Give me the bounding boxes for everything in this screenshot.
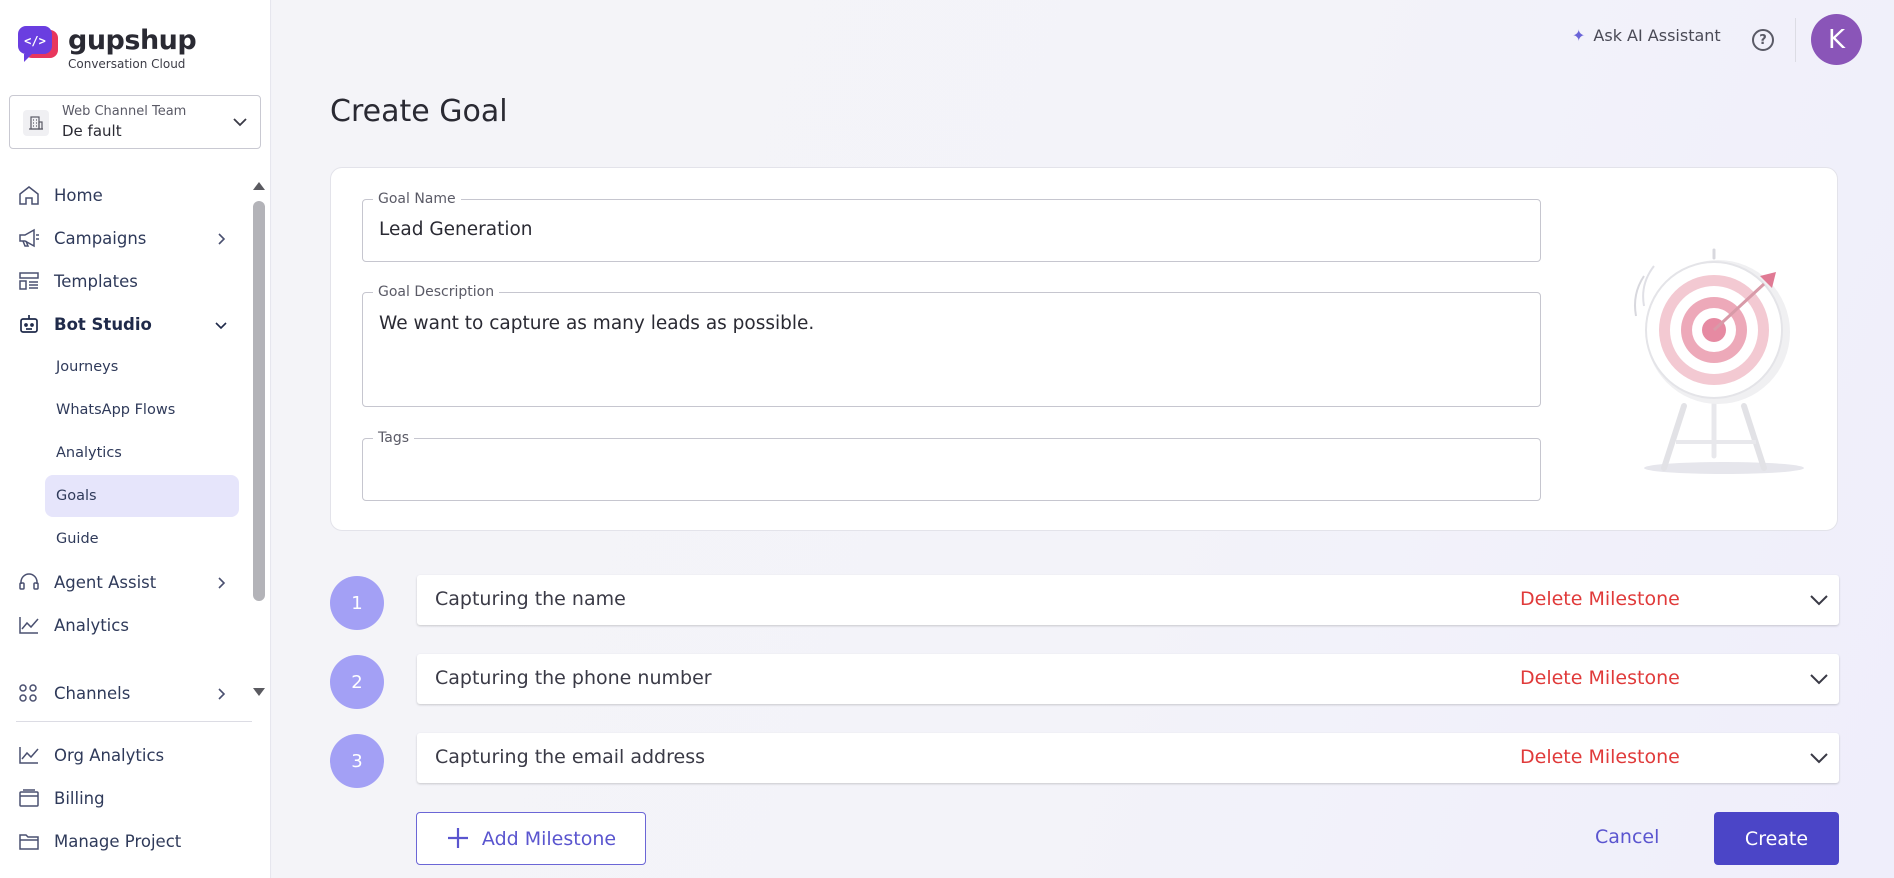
sidebar-item-label: Billing — [54, 788, 105, 808]
sidebar-item-label: Templates — [54, 271, 138, 291]
goal-description-value[interactable]: We want to capture as many leads as poss… — [379, 313, 814, 334]
template-icon — [18, 271, 40, 291]
chevron-right-icon — [214, 575, 228, 594]
sidebar-item-analytics[interactable]: Analytics — [0, 605, 250, 645]
milestone-step-2: 2 — [330, 655, 384, 709]
help-icon[interactable]: ? — [1752, 29, 1774, 51]
sidebar-divider — [16, 721, 252, 722]
sidebar-item-guide[interactable]: Guide — [45, 518, 239, 560]
sidebar-item-label: Campaigns — [54, 228, 147, 248]
brand-subtitle: Conversation Cloud — [68, 57, 186, 71]
add-milestone-label: Add Milestone — [481, 827, 617, 850]
sidebar-item-journeys[interactable]: Journeys — [45, 346, 239, 388]
building-icon — [23, 110, 49, 136]
sidebar-item-label: WhatsApp Flows — [56, 402, 176, 418]
milestone-step-1: 1 — [330, 576, 384, 630]
home-icon — [18, 185, 40, 205]
ask-ai-label: Ask AI Assistant — [1593, 26, 1721, 45]
folder-icon — [18, 831, 40, 851]
plus-icon — [446, 826, 470, 851]
sidebar-item-bot-studio[interactable]: Bot Studio — [0, 304, 250, 344]
sidebar-item-label: Analytics — [54, 615, 129, 635]
milestone-row-1[interactable]: Capturing the name Delete Milestone — [417, 575, 1839, 625]
sidebar-item-label: Goals — [56, 488, 97, 504]
goal-description-label: Goal Description — [373, 284, 500, 300]
milestone-title: Capturing the name — [435, 588, 626, 610]
chevron-down-icon — [232, 114, 248, 134]
svg-text:</>: </> — [24, 34, 46, 48]
milestone-title: Capturing the phone number — [435, 667, 712, 689]
delete-milestone-button[interactable]: Delete Milestone — [1520, 588, 1680, 610]
milestone-title: Capturing the email address — [435, 746, 705, 768]
bot-icon — [18, 314, 40, 334]
sidebar-item-channels[interactable]: Channels — [0, 673, 250, 713]
sidebar-item-label: Org Analytics — [54, 745, 165, 765]
gupshup-logo-icon: </> — [18, 26, 60, 64]
cancel-button[interactable]: Cancel — [1595, 826, 1659, 848]
header-divider — [1795, 18, 1796, 62]
goal-name-label: Goal Name — [373, 191, 461, 207]
sidebar-item-label: Agent Assist — [54, 572, 157, 592]
chevron-down-icon — [214, 317, 228, 336]
headset-icon — [18, 572, 40, 592]
sidebar-item-label: Manage Project — [54, 831, 182, 851]
goal-name-field[interactable]: Goal Name Lead Generation — [362, 191, 1541, 262]
channels-icon — [18, 683, 40, 703]
delete-milestone-button[interactable]: Delete Milestone — [1520, 667, 1680, 689]
create-button[interactable]: Create — [1714, 812, 1839, 865]
tags-label: Tags — [373, 430, 414, 446]
sidebar-item-templates[interactable]: Templates — [0, 261, 250, 301]
brand-name: gupshup — [68, 25, 197, 56]
add-milestone-button[interactable]: Add Milestone — [416, 812, 646, 865]
sidebar-item-bot-analytics[interactable]: Analytics — [45, 432, 239, 474]
milestone-row-2[interactable]: Capturing the phone number Delete Milest… — [417, 654, 1839, 704]
line-chart-icon — [18, 745, 40, 765]
chevron-down-icon[interactable] — [1809, 671, 1829, 690]
goal-description-field[interactable]: Goal Description We want to capture as m… — [362, 284, 1541, 407]
megaphone-icon — [18, 228, 40, 248]
tags-field[interactable]: Tags — [362, 430, 1541, 501]
team-value: De fault — [62, 122, 122, 140]
brand-logo[interactable]: </> gupshup Conversation Cloud — [18, 25, 197, 71]
team-selector[interactable]: Web Channel Team De fault — [9, 95, 261, 149]
chevron-right-icon — [214, 686, 228, 705]
chevron-down-icon[interactable] — [1809, 750, 1829, 769]
sidebar-item-home[interactable]: Home — [0, 175, 250, 215]
sidebar-item-whatsapp-flows[interactable]: WhatsApp Flows — [45, 389, 239, 431]
target-illustration — [1614, 246, 1814, 478]
sidebar-item-label: Channels — [54, 683, 131, 703]
scrollbar-thumb[interactable] — [253, 201, 265, 601]
sidebar-item-campaigns[interactable]: Campaigns — [0, 218, 250, 258]
sidebar-item-label: Analytics — [56, 445, 122, 461]
team-label: Web Channel Team — [62, 104, 187, 119]
milestone-row-3[interactable]: Capturing the email address Delete Miles… — [417, 733, 1839, 783]
sidebar-item-manage-project[interactable]: Manage Project — [0, 821, 250, 861]
sidebar-item-org-analytics[interactable]: Org Analytics — [0, 735, 250, 775]
sidebar-item-label: Bot Studio — [54, 314, 152, 334]
avatar[interactable]: K — [1811, 14, 1862, 65]
sparkle-icon: ✦ — [1572, 26, 1586, 45]
line-chart-icon — [18, 615, 40, 635]
sidebar-item-label: Home — [54, 185, 103, 205]
sidebar-item-goals[interactable]: Goals — [45, 475, 239, 517]
sidebar-item-label: Journeys — [56, 359, 119, 375]
wallet-icon — [18, 788, 40, 808]
chevron-right-icon — [214, 231, 228, 250]
page-title: Create Goal — [330, 94, 508, 129]
sidebar-item-billing[interactable]: Billing — [0, 778, 250, 818]
sidebar-item-agent-assist[interactable]: Agent Assist — [0, 562, 250, 602]
chevron-down-icon[interactable] — [1809, 592, 1829, 611]
sidebar: </> gupshup Conversation Cloud Web Chann… — [0, 0, 271, 878]
milestone-step-3: 3 — [330, 734, 384, 788]
goal-name-value[interactable]: Lead Generation — [379, 219, 533, 240]
delete-milestone-button[interactable]: Delete Milestone — [1520, 746, 1680, 768]
ask-ai-button[interactable]: ✦ Ask AI Assistant — [1572, 26, 1721, 45]
sidebar-item-label: Guide — [56, 531, 99, 547]
